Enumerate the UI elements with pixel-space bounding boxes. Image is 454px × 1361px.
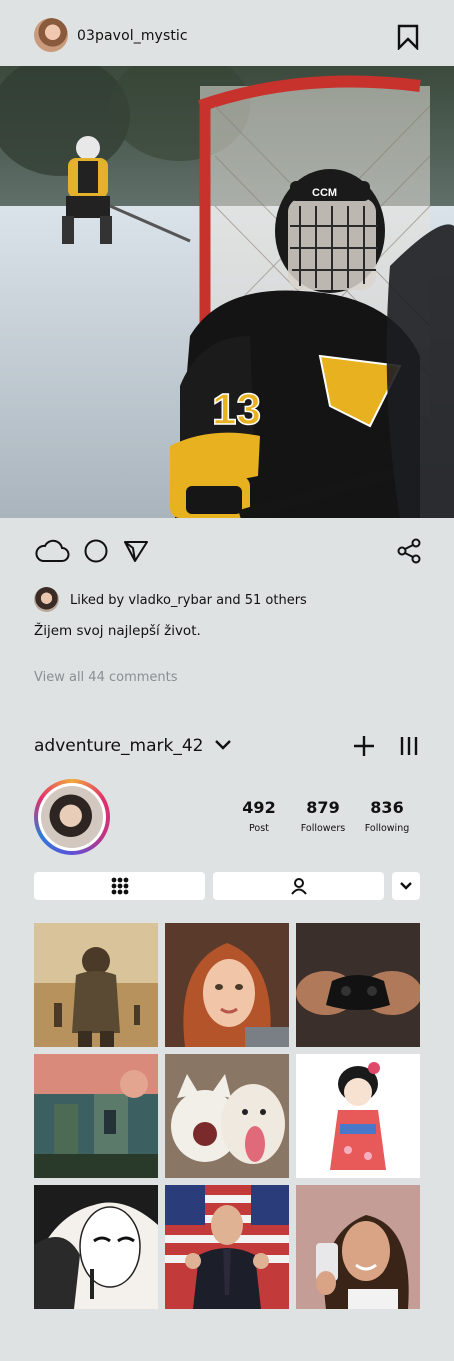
chevron-down-icon[interactable] — [214, 738, 232, 752]
grid-photo-soldier[interactable] — [34, 923, 158, 1047]
grid-icon — [111, 877, 128, 895]
tab-tagged[interactable] — [213, 872, 384, 900]
menu-icon[interactable] — [399, 734, 419, 758]
post-author-avatar[interactable] — [34, 18, 68, 52]
grid-photo-manga-girl[interactable] — [34, 1185, 158, 1309]
post-header: 03pavol_mystic — [0, 0, 454, 66]
chevron-down-icon — [400, 882, 412, 890]
send-icon[interactable] — [123, 538, 149, 564]
stat-posts-label: Post — [249, 823, 269, 834]
stat-following-value: 836 — [370, 798, 404, 817]
stat-following[interactable]: 836 Following — [352, 798, 422, 834]
profile-username[interactable]: adventure_mark_42 — [34, 736, 203, 756]
grid-photo-game-controller[interactable] — [296, 923, 420, 1047]
cloud-icon[interactable] — [34, 538, 70, 564]
stat-followers[interactable]: 879 Followers — [288, 798, 358, 834]
post-caption: Žijem svoj najlepší život. — [34, 623, 201, 639]
grid-photo-girl-phone-selfie[interactable] — [296, 1185, 420, 1309]
person-icon — [290, 878, 307, 895]
stat-followers-value: 879 — [306, 798, 340, 817]
jersey-number: 13 — [212, 385, 261, 434]
profile-avatar-image — [41, 786, 103, 848]
grid-photo-cat-and-dog[interactable] — [165, 1054, 289, 1178]
post-author-username[interactable]: 03pavol_mystic — [77, 28, 188, 44]
post-image[interactable]: 13 CCM — [0, 66, 454, 518]
helmet-brand: CCM — [312, 187, 337, 199]
stat-posts-value: 492 — [242, 798, 276, 817]
grid-photo-businessman-flags[interactable] — [165, 1185, 289, 1309]
plus-icon[interactable] — [352, 734, 376, 758]
profile-header: adventure_mark_42 — [34, 732, 420, 762]
grid-photo-redhead-selfie[interactable] — [165, 923, 289, 1047]
share-icon[interactable] — [396, 538, 422, 564]
grid-photo-kimono-doll[interactable] — [296, 1054, 420, 1178]
view-comments-link[interactable]: View all 44 comments — [34, 670, 178, 685]
stat-following-label: Following — [364, 823, 410, 834]
tab-more-dropdown[interactable] — [392, 872, 420, 900]
liker-avatar[interactable] — [34, 587, 59, 612]
post-actions — [0, 530, 454, 574]
bookmark-icon[interactable] — [396, 24, 420, 50]
circle-icon[interactable] — [83, 538, 109, 564]
grid-photo-pixel-ruins[interactable] — [34, 1054, 158, 1178]
profile-avatar[interactable] — [34, 779, 110, 855]
liked-by-text[interactable]: Liked by vladko_rybar and 51 others — [70, 593, 307, 608]
likes-row: Liked by vladko_rybar and 51 others — [34, 586, 434, 614]
stat-followers-label: Followers — [300, 823, 346, 834]
stat-posts[interactable]: 492 Post — [224, 798, 294, 834]
tab-grid[interactable] — [34, 872, 205, 900]
